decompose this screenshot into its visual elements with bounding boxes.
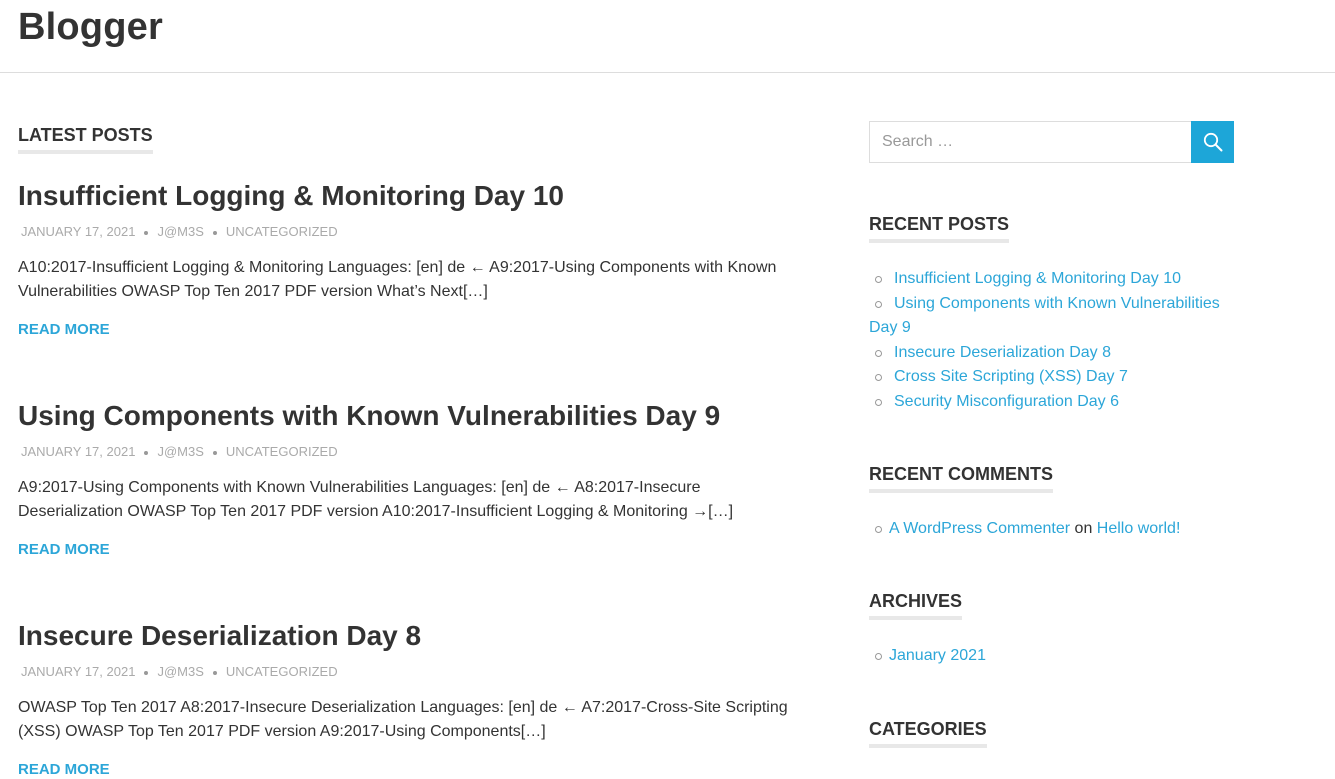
post-category[interactable]: UNCATEGORIZED [226,444,338,459]
site-title[interactable]: Blogger [18,6,163,49]
search-button[interactable] [1191,121,1234,163]
meta-separator [144,230,149,235]
post-excerpt: A9:2017-Using Components with Known Vuln… [18,479,734,520]
search-icon [1203,132,1222,152]
list-item: Using Components with Known Vulnerabilit… [869,292,1234,341]
recent-comments-list: A WordPress Commenter on Hello world! [869,517,1234,542]
list-item: A WordPress Commenter on Hello world! [869,517,1234,542]
archives-list: January 2021 [869,644,1234,669]
recent-comments-widget: RECENT COMMENTS A WordPress Commenter on… [869,464,1234,542]
list-item: Security Misconfiguration Day 6 [869,390,1234,415]
comment-author-link[interactable]: A WordPress Commenter [889,520,1070,537]
read-more-link[interactable]: READ MORE [18,541,110,558]
categories-heading: CATEGORIES [869,719,987,748]
recent-post-link[interactable]: Insufficient Logging & Monitoring Day 10 [894,270,1181,287]
site-header: Blogger [0,0,1335,73]
recent-post-link[interactable]: Security Misconfiguration Day 6 [894,393,1119,410]
post-date[interactable]: JANUARY 17, 2021 [21,444,135,459]
meta-separator [144,670,149,675]
post-author[interactable]: J@M3S [157,224,203,239]
recent-post-link[interactable]: Insecure Deserialization Day 8 [894,344,1111,361]
post-item: Insufficient Logging & Monitoring Day 10… [18,179,808,339]
meta-separator [212,230,217,235]
post-excerpt: OWASP Top Ten 2017 A8:2017-Insecure Dese… [18,699,788,740]
post-item: Using Components with Known Vulnerabilit… [18,399,808,559]
recent-posts-list: Insufficient Logging & Monitoring Day 10… [869,267,1234,414]
list-item: Insecure Deserialization Day 8 [869,341,1234,366]
list-item: Cross Site Scripting (XSS) Day 7 [869,365,1234,390]
archive-link[interactable]: January 2021 [889,647,986,664]
post-meta: JANUARY 17, 2021 J@M3S UNCATEGORIZED [18,664,808,679]
recent-posts-widget: RECENT POSTS Insufficient Logging & Moni… [869,214,1234,414]
recent-posts-heading: RECENT POSTS [869,214,1010,243]
post-title[interactable]: Insufficient Logging & Monitoring Day 10 [18,179,808,213]
comment-connector: on [1074,520,1093,537]
post-excerpt: A10:2017-Insufficient Logging & Monitori… [18,259,777,300]
comment-post-link[interactable]: Hello world! [1097,520,1181,537]
post-meta: JANUARY 17, 2021 J@M3S UNCATEGORIZED [18,224,808,239]
recent-post-link[interactable]: Using Components with Known Vulnerabilit… [869,295,1220,337]
post-title[interactable]: Using Components with Known Vulnerabilit… [18,399,808,433]
recent-comments-heading: RECENT COMMENTS [869,464,1053,493]
search-form [869,121,1234,163]
meta-separator [212,450,217,455]
read-more-link[interactable]: READ MORE [18,321,110,338]
latest-posts-heading: LATEST POSTS [18,125,153,154]
post-author[interactable]: J@M3S [157,444,203,459]
list-item: Insufficient Logging & Monitoring Day 10 [869,267,1234,292]
post-category[interactable]: UNCATEGORIZED [226,224,338,239]
post-category[interactable]: UNCATEGORIZED [226,664,338,679]
read-more-link[interactable]: READ MORE [18,761,110,778]
post-item: Insecure Deserialization Day 8 JANUARY 1… [18,619,808,779]
search-input[interactable] [869,121,1192,163]
post-meta: JANUARY 17, 2021 J@M3S UNCATEGORIZED [18,444,808,459]
meta-separator [212,670,217,675]
list-item: January 2021 [869,644,1234,669]
post-title[interactable]: Insecure Deserialization Day 8 [18,619,808,653]
post-date[interactable]: JANUARY 17, 2021 [21,224,135,239]
recent-post-link[interactable]: Cross Site Scripting (XSS) Day 7 [894,368,1128,385]
categories-widget: CATEGORIES [869,719,1234,748]
archives-heading: ARCHIVES [869,591,963,620]
post-author[interactable]: J@M3S [157,664,203,679]
archives-widget: ARCHIVES January 2021 [869,591,1234,669]
post-date[interactable]: JANUARY 17, 2021 [21,664,135,679]
meta-separator [144,450,149,455]
